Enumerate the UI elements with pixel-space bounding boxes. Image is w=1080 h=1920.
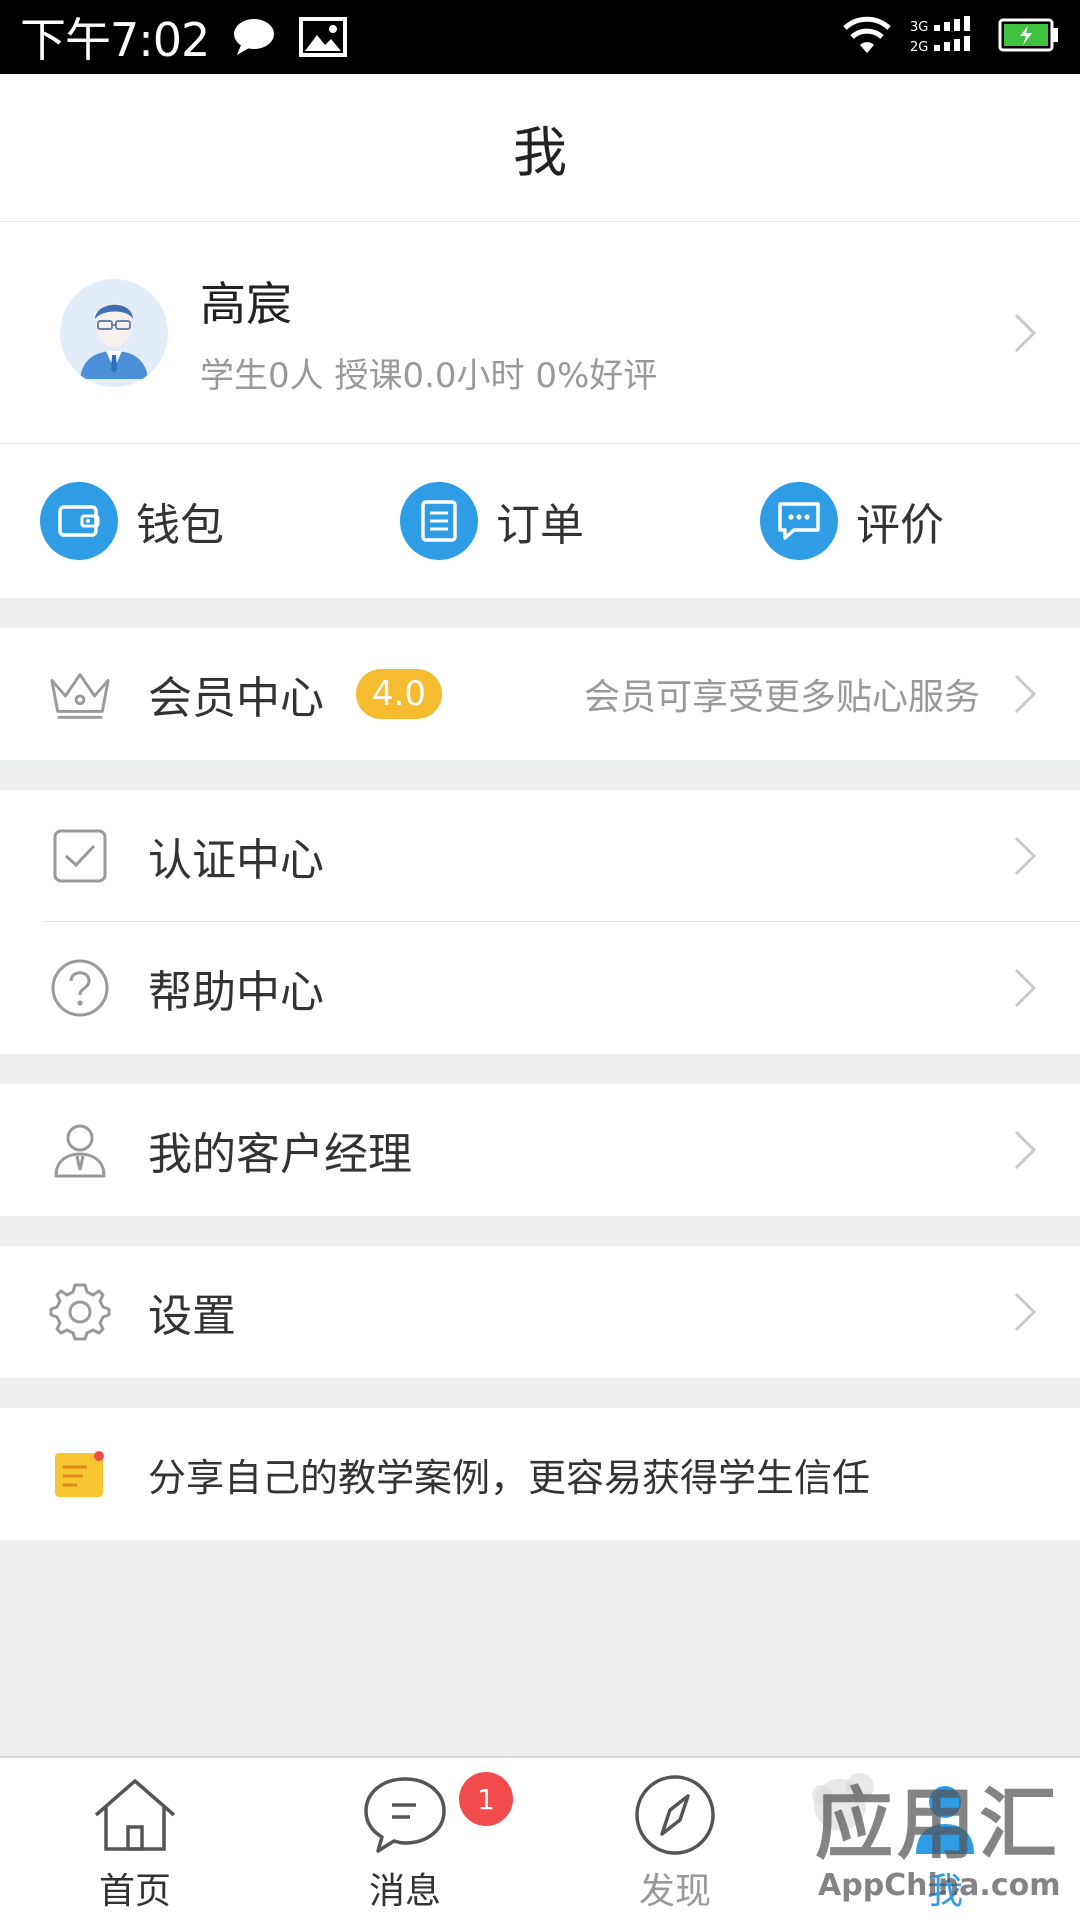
menu-account-manager[interactable]: 我的客户经理: [0, 1084, 1080, 1216]
chevron-right-icon: [1014, 836, 1037, 876]
svg-text:2G: 2G: [910, 40, 928, 55]
quick-actions: 钱包 订单 评价: [0, 444, 1080, 598]
quick-action-reviews[interactable]: 评价: [760, 482, 944, 560]
manager-icon: [48, 1118, 112, 1182]
compass-icon: [632, 1772, 718, 1858]
message-icon: [360, 1772, 450, 1858]
menu-member-center[interactable]: 会员中心 4.0 会员可享受更多贴心服务: [0, 628, 1080, 760]
menu-label: 帮助中心: [148, 967, 324, 1018]
tab-discover[interactable]: 发现: [575, 1758, 775, 1920]
quick-action-orders[interactable]: 订单: [400, 482, 584, 560]
order-list-icon: [400, 482, 478, 560]
chevron-right-icon: [1014, 968, 1037, 1008]
note-icon: [48, 1442, 112, 1506]
member-level-badge: 4.0: [356, 669, 442, 719]
tab-home[interactable]: 首页: [35, 1758, 235, 1920]
chevron-right-icon: [1014, 674, 1037, 714]
menu-label: 设置: [148, 1291, 236, 1342]
tab-label: 首页: [98, 1871, 171, 1912]
menu-certification-center[interactable]: 认证中心: [0, 790, 1080, 922]
chevron-right-icon: [1014, 1130, 1037, 1170]
avatar: [60, 278, 168, 387]
wifi-icon: [842, 15, 892, 59]
menu-label: 认证中心: [148, 835, 324, 886]
page-title: 我: [513, 121, 567, 184]
menu-label: 我的客户经理: [148, 1129, 412, 1180]
wallet-icon: [40, 482, 118, 560]
quick-action-label: 钱包: [136, 500, 224, 551]
profile-name: 高宸: [200, 277, 292, 331]
tab-label: 发现: [638, 1871, 711, 1912]
quick-action-wallet[interactable]: 钱包: [40, 482, 224, 560]
status-time: 下午7:02: [20, 13, 210, 67]
share-tip-text: 分享自己的教学案例，更容易获得学生信任: [148, 1455, 871, 1500]
profile-stats: 学生0人 授课0.0小时 0%好评: [200, 356, 658, 396]
chevron-right-icon: [1014, 1292, 1037, 1332]
menu-label: 会员中心: [148, 673, 324, 724]
watermark-text: 应用汇: [815, 1780, 1062, 1870]
battery-icon: [998, 17, 1060, 57]
gear-icon: [48, 1280, 112, 1344]
cellular-signal-icon: 3G 2G: [910, 15, 980, 59]
quick-action-label: 评价: [856, 500, 944, 551]
image-notification-icon: [299, 17, 348, 57]
comment-icon: [760, 482, 838, 560]
share-tip-banner[interactable]: 分享自己的教学案例，更容易获得学生信任: [0, 1408, 1080, 1540]
member-description: 会员可享受更多贴心服务: [583, 677, 980, 718]
svg-text:3G: 3G: [910, 20, 928, 35]
chat-notification-icon: [231, 17, 277, 57]
crown-icon: [48, 662, 112, 726]
menu-settings[interactable]: 设置: [0, 1246, 1080, 1378]
menu-help-center[interactable]: 帮助中心: [0, 922, 1080, 1054]
header: 我: [0, 74, 1080, 222]
question-icon: [48, 956, 112, 1020]
profile-card[interactable]: 高宸 学生0人 授课0.0小时 0%好评: [0, 222, 1080, 444]
message-unread-badge: 1: [459, 1772, 513, 1826]
chevron-right-icon: [1014, 313, 1037, 352]
quick-action-label: 订单: [496, 500, 584, 551]
status-bar: 下午7:02 3G 2G: [0, 0, 1080, 74]
watermark-subtext: AppChina.com: [818, 1868, 1061, 1903]
checkbox-icon: [48, 824, 112, 888]
home-icon: [90, 1772, 180, 1858]
tab-label: 消息: [368, 1871, 441, 1912]
